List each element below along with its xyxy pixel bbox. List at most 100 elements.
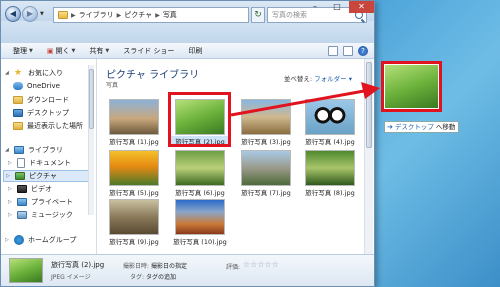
caret-down-icon: ▼ (105, 47, 110, 54)
collapse-triangle-icon[interactable]: ▷ (8, 186, 13, 192)
rating-label: 評価: (226, 264, 241, 271)
file-name: 旅行写真 (5).jpg (109, 189, 159, 197)
file-list: ピクチャ ライブラリ 写真 並べ替え: フォルダー ▾ 旅行写真 (1).jpg… (98, 59, 364, 254)
refresh-button[interactable]: ↻ (251, 7, 265, 23)
view-options-icon[interactable] (328, 46, 338, 56)
file-name: 旅行写真 (4).jpg (305, 138, 355, 146)
sidebar-item-label: OneDrive (27, 82, 60, 90)
library-icon (14, 146, 24, 154)
file-name: 旅行写真 (3).jpg (241, 138, 291, 146)
file-name: 旅行写真 (8).jpg (305, 189, 355, 197)
sidebar-item-videos[interactable]: ▷ ビデオ (8, 184, 52, 194)
sidebar-scrollbar[interactable] (88, 65, 94, 215)
maximize-button[interactable]: □ (326, 1, 348, 13)
navigation-pane: ◢ ★ お気に入り OneDrive ダウンロード デスクトップ 最近表示した場… (1, 59, 97, 254)
photo-thumbnail (175, 150, 225, 186)
sidebar-item-private[interactable]: ▷ プライベート (8, 197, 73, 207)
share-label: 共有 (89, 46, 104, 55)
sidebar-item-label: ミュージック (31, 211, 73, 219)
file-thumbnail[interactable]: 旅行写真 (10).jpg (170, 199, 230, 247)
file-thumbnail[interactable]: 旅行写真 (3).jpg (236, 99, 296, 147)
sidebar-item-onedrive[interactable]: OneDrive (13, 82, 60, 90)
drag-target-name: デスクトップ (394, 123, 434, 131)
expand-triangle-icon[interactable]: ◢ (5, 70, 10, 76)
forward-button[interactable]: ▶ (22, 6, 38, 22)
sidebar-item-label: ビデオ (31, 185, 52, 193)
sidebar-item-label: ダウンロード (27, 96, 69, 104)
tags-value[interactable]: タグの追加 (146, 274, 176, 281)
sidebar-item-downloads[interactable]: ダウンロード (13, 95, 69, 105)
back-button[interactable]: ◀ (5, 6, 21, 22)
file-thumbnail[interactable]: 旅行写真 (8).jpg (300, 150, 360, 198)
rating-stars[interactable]: ☆☆☆☆☆ (243, 260, 279, 269)
command-bar: 整理 ▼ ▣ 開く ▼ 共有 ▼ スライド ショー 印刷 ? (1, 43, 374, 59)
sidebar-item-label: プライベート (31, 198, 73, 206)
help-icon[interactable]: ? (358, 46, 368, 56)
open-button[interactable]: ▣ 開く ▼ (47, 46, 75, 56)
photo-thumbnail (109, 199, 159, 235)
details-file-name: 旅行写真 (2).jpg (51, 261, 105, 269)
sidebar-item-label: ライブラリ (28, 146, 63, 154)
music-icon (17, 211, 27, 219)
scrollbar-thumb[interactable] (89, 69, 94, 129)
photo-thumbnail (175, 199, 225, 235)
pictures-icon (15, 172, 25, 180)
file-name: 旅行写真 (1).jpg (109, 138, 159, 146)
recent-pages-chevron-icon[interactable]: ▼ (40, 11, 44, 17)
sidebar-item-desktop[interactable]: デスクトップ (13, 108, 69, 118)
expand-triangle-icon[interactable]: ◢ (5, 147, 10, 153)
file-thumbnail[interactable]: 旅行写真 (6).jpg (170, 150, 230, 198)
photo-thumbnail (305, 99, 355, 135)
file-thumbnail[interactable]: 旅行写真 (4).jpg (300, 99, 360, 147)
search-placeholder: 写真の検索 (272, 11, 307, 19)
video-icon (17, 185, 27, 193)
sidebar-item-pictures[interactable]: ▷ ピクチャ (3, 170, 91, 182)
content-scrollbar[interactable] (364, 59, 373, 254)
document-icon (17, 158, 25, 168)
date-taken-value[interactable]: 撮影日の指定 (151, 263, 187, 270)
file-thumbnail[interactable]: 旅行写真 (9).jpg (104, 199, 164, 247)
recent-places-icon (13, 122, 23, 130)
sidebar-item-recent[interactable]: 最近表示した場所 (13, 121, 83, 131)
drag-action: へ移動 (435, 123, 456, 131)
photo-thumbnail (241, 99, 291, 135)
download-folder-icon (13, 96, 23, 104)
slideshow-button[interactable]: スライド ショー (123, 46, 174, 56)
file-thumbnail[interactable]: 旅行写真 (1).jpg (104, 99, 164, 147)
sidebar-item-label: お気に入り (28, 69, 63, 77)
breadcrumb-pictures[interactable]: ピクチャ (124, 10, 152, 20)
file-name: 旅行写真 (10).jpg (173, 238, 227, 246)
date-taken-field: 撮影日時: 撮影日の指定 (123, 261, 187, 270)
collapse-triangle-icon[interactable]: ▷ (8, 212, 13, 218)
breadcrumb-photos[interactable]: 写真 (163, 10, 177, 20)
breadcrumb-libraries[interactable]: ライブラリ (79, 10, 114, 20)
star-icon: ★ (14, 68, 23, 78)
preview-pane-icon[interactable] (343, 46, 353, 56)
address-bar[interactable]: ▶ ライブラリ ▶ ピクチャ ▶ 写真 (53, 7, 249, 23)
collapse-triangle-icon[interactable]: ▷ (5, 237, 10, 243)
tags-field: タグ: タグの追加 (130, 272, 176, 281)
arrange-value[interactable]: フォルダー (314, 75, 347, 83)
caret-down-icon: ▼ (71, 47, 76, 54)
sidebar-item-documents[interactable]: ▷ ドキュメント (8, 158, 71, 168)
sidebar-item-music[interactable]: ▷ ミュージック (8, 210, 73, 220)
organize-menu[interactable]: 整理 ▼ (13, 46, 33, 56)
highlight-box-target (381, 61, 442, 112)
chevron-right-icon: ▶ (155, 11, 160, 19)
sidebar-item-favorites[interactable]: ◢ ★ お気に入り (5, 68, 63, 78)
sidebar-item-label: ドキュメント (29, 159, 71, 167)
scrollbar-thumb[interactable] (366, 62, 372, 148)
arrange-by[interactable]: 並べ替え: フォルダー ▾ (284, 73, 352, 83)
sidebar-item-libraries[interactable]: ◢ ライブラリ (5, 145, 63, 155)
sidebar-item-label: ピクチャ (29, 172, 57, 180)
collapse-triangle-icon[interactable]: ▷ (8, 199, 13, 205)
file-thumbnail[interactable]: 旅行写真 (5).jpg (104, 150, 164, 198)
close-button[interactable]: ✕ (349, 1, 374, 13)
share-menu[interactable]: 共有 ▼ (89, 46, 109, 56)
minimize-button[interactable]: – (304, 1, 326, 13)
collapse-triangle-icon[interactable]: ▷ (6, 173, 11, 179)
file-thumbnail[interactable]: 旅行写真 (7).jpg (236, 150, 296, 198)
print-button[interactable]: 印刷 (188, 46, 202, 56)
sidebar-item-homegroup[interactable]: ▷ ホームグループ (5, 235, 76, 245)
collapse-triangle-icon[interactable]: ▷ (8, 160, 13, 166)
